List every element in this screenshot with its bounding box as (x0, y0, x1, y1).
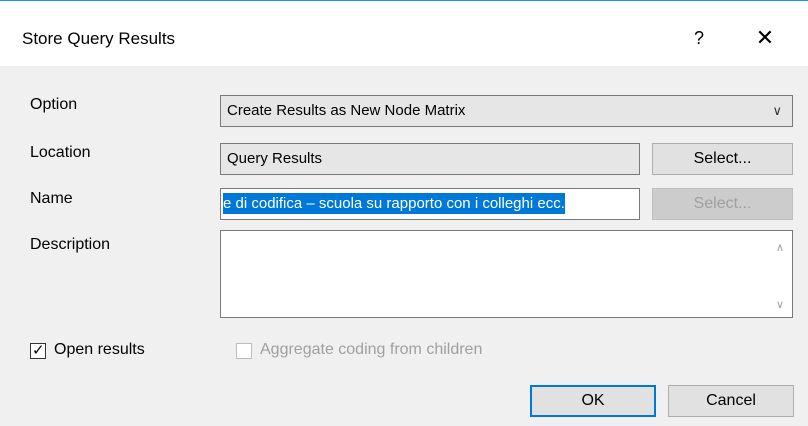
description-scrollbar[interactable]: ∧ ∨ (768, 231, 792, 317)
aggregate-coding-checkbox (236, 343, 252, 359)
name-select-button: Select... (652, 188, 793, 220)
name-label: Name (30, 190, 73, 207)
close-button[interactable]: ✕ (750, 23, 780, 53)
location-select-button[interactable]: Select... (652, 143, 793, 175)
description-label: Description (30, 236, 111, 253)
location-field[interactable]: Query Results (220, 143, 640, 175)
open-results-checkbox[interactable] (30, 341, 46, 359)
chevron-up-icon[interactable]: ∧ (768, 241, 792, 254)
aggregate-coding-label: Aggregate coding from children (260, 341, 483, 358)
help-button[interactable]: ? (684, 23, 714, 53)
chevron-down-icon[interactable]: ∨ (772, 96, 782, 126)
name-value: e di codifica – scuola su rapporto con i… (223, 193, 565, 214)
ok-button[interactable]: OK (530, 385, 656, 417)
location-label: Location (30, 144, 91, 161)
option-label: Option (30, 96, 78, 113)
title-bar: Store Query Results ? ✕ (0, 0, 808, 66)
chevron-down-icon[interactable]: ∨ (768, 298, 792, 311)
cancel-button[interactable]: Cancel (668, 385, 794, 417)
description-textarea[interactable]: ∧ ∨ (220, 230, 793, 318)
name-field[interactable]: e di codifica – scuola su rapporto con i… (220, 188, 640, 220)
open-results-label[interactable]: Open results (54, 341, 145, 359)
option-value: Create Results as New Node Matrix (227, 102, 466, 119)
option-combobox[interactable]: Create Results as New Node Matrix ∨ (220, 95, 793, 127)
dialog-title: Store Query Results (22, 29, 176, 48)
